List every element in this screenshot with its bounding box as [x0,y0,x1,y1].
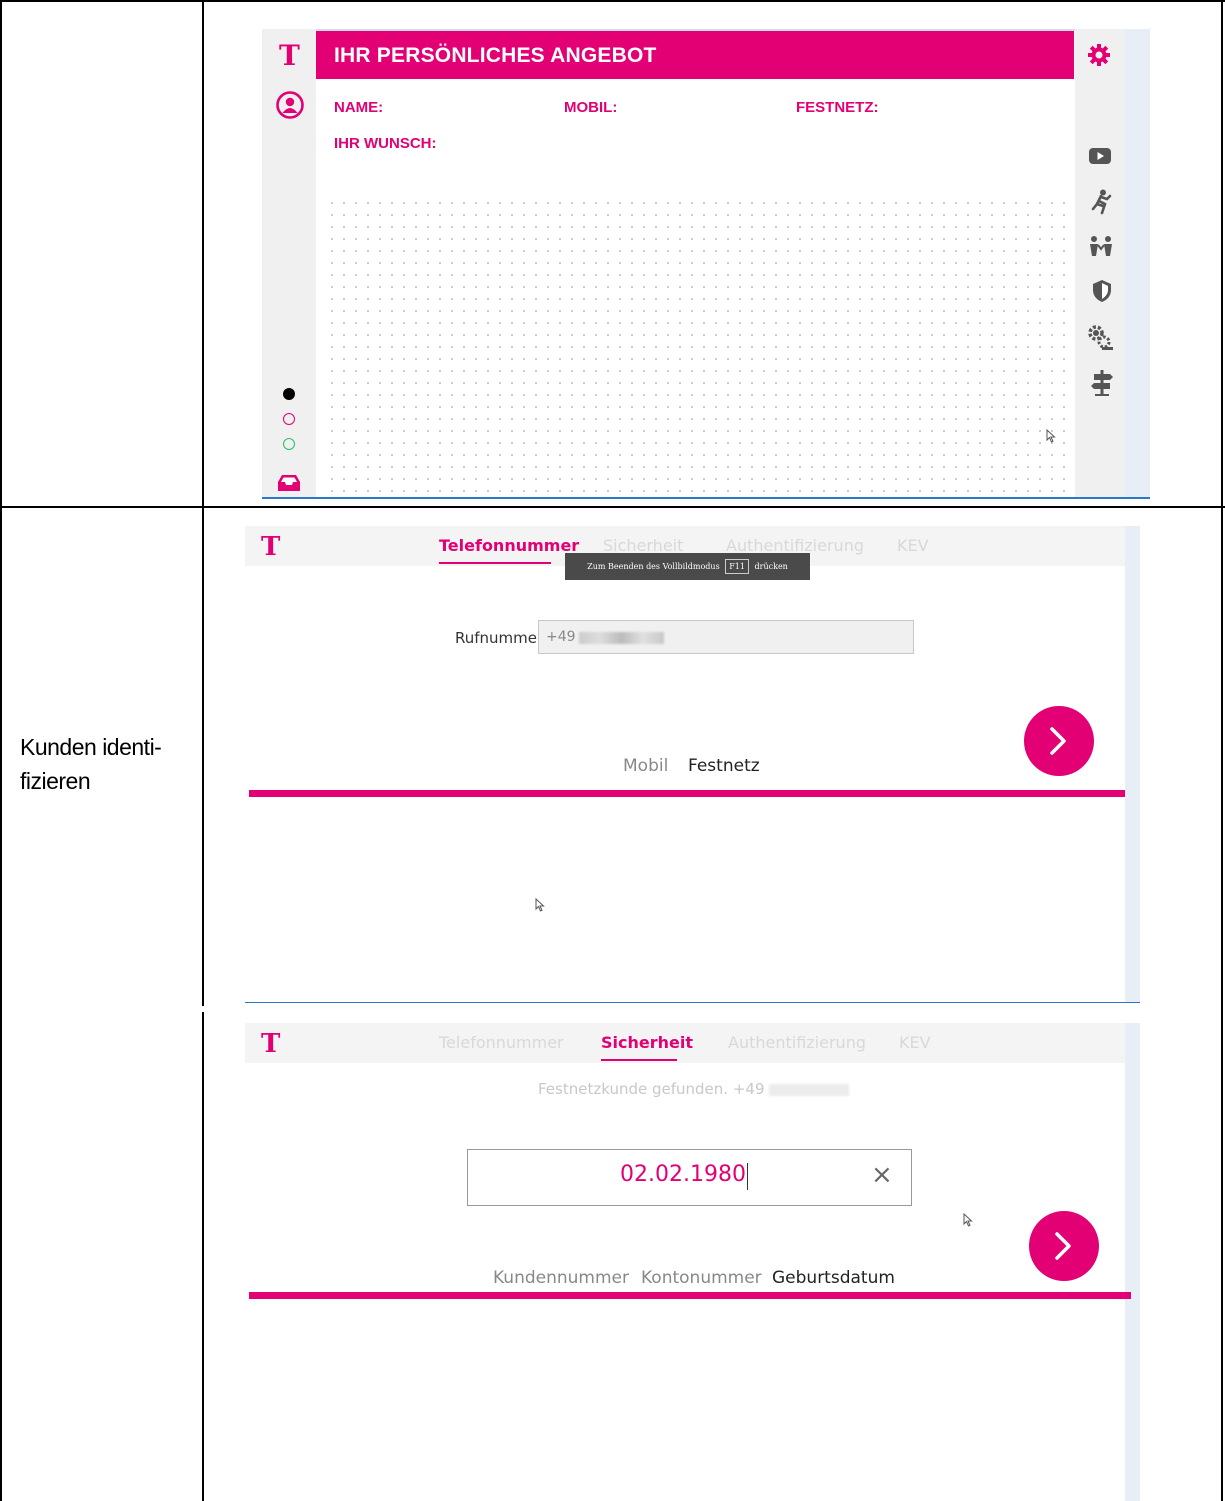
rufnummer-input[interactable]: +49 [538,620,914,654]
offer-header: IHR PERSÖNLICHES ANGEBOT [316,31,1074,79]
active-tab-underline [439,562,551,564]
side-frame [1125,526,1140,1003]
offer-title: IHR PERSÖNLICHES ANGEBOT [334,44,657,67]
telekom-logo[interactable]: T [261,532,280,562]
table-left-border [0,0,2,1501]
telekom-logo[interactable]: T [261,1029,280,1059]
status-dot-pink[interactable] [283,413,295,425]
video-icon[interactable] [1088,147,1112,170]
festnetz-label: FESTNETZ: [796,99,879,116]
option-geburtsdatum[interactable]: Geburtsdatum [772,1268,895,1288]
mobil-label: MOBIL: [564,99,618,116]
inbox-icon[interactable] [276,473,302,498]
birthdate-value: 02.02.1980 [620,1162,746,1187]
offer-screen: T IHR PERSÖNLICHES ANGEBOT NAME: MOBIL: … [262,29,1150,499]
redacted-number [769,1083,850,1096]
text-caret [747,1163,748,1190]
option-kundennummer[interactable]: Kundennummer [493,1268,629,1288]
fullscreen-hint: Zum Beenden des Vollbildmodus F11 drücke… [565,553,810,580]
mouse-cursor [963,1212,973,1232]
option-kontonummer[interactable]: Kontonummer [641,1268,762,1288]
name-label: NAME: [334,99,384,116]
side-frame [1125,1023,1140,1501]
tab-kev[interactable]: KEV [897,536,929,555]
table-row-divider [0,506,1225,508]
table-top-border [0,0,1225,2]
mouse-cursor [1046,428,1056,448]
customer-found-message: Festnetzkunde gefunden. +49 [538,1080,850,1098]
found-prefix: +49 [732,1080,765,1098]
gear-icon[interactable] [1087,43,1111,67]
right-strip [1125,29,1150,499]
tab-authentifizierung[interactable]: Authentifizierung [728,1033,866,1052]
shield-icon[interactable] [1092,279,1112,308]
security-screen: T Telefonnummer Sicherheit Authentifizie… [245,1023,1140,1501]
status-dot-black[interactable] [283,388,295,400]
tab-sicherheit[interactable]: Sicherheit [601,1033,693,1052]
table-right-border [1221,0,1223,1501]
signpost-icon[interactable] [1090,369,1114,402]
mouse-cursor [535,897,545,917]
notes-canvas[interactable] [326,197,1072,497]
row-label: Kunden identi- fizieren [20,730,162,798]
rufnummer-label: Rufnummer [455,629,544,647]
family-icon[interactable] [1088,235,1114,262]
separator-bar [249,790,1125,797]
fullscreen-hint-key: F11 [725,559,749,574]
option-mobil[interactable]: Mobil [623,756,668,776]
tab-kev[interactable]: KEV [899,1033,931,1052]
redacted-number [579,632,664,644]
wunsch-label: IHR WUNSCH: [334,135,437,152]
phone-screen: T Telefonnummer Sicherheit Authentifizie… [245,526,1140,1003]
table-column-divider-bottom [202,1012,204,1501]
running-icon[interactable] [1090,189,1112,220]
active-tab-underline [601,1059,677,1061]
found-text: Festnetzkunde gefunden. [538,1080,729,1098]
fullscreen-hint-before: Zum Beenden des Vollbildmodus [587,562,720,571]
tab-telefonnummer[interactable]: Telefonnummer [439,536,579,555]
table-column-divider-top [202,0,204,1006]
row-label-text: Kunden identi- fizieren [20,734,162,794]
option-festnetz[interactable]: Festnetz [688,756,760,776]
user-icon[interactable] [276,91,304,119]
fullscreen-hint-after: drücken [754,562,788,571]
rufnummer-value: +49 [546,629,576,645]
status-dot-green[interactable] [283,438,295,450]
gears-icon[interactable] [1088,325,1114,356]
tab-telefonnummer[interactable]: Telefonnummer [439,1033,564,1052]
separator-bar [249,1292,1131,1299]
bottom-border [245,1002,1140,1003]
next-button[interactable] [1024,706,1094,776]
birthdate-input[interactable]: 02.02.1980 × [467,1149,912,1206]
telekom-logo[interactable]: T [279,39,300,72]
next-button[interactable] [1029,1211,1099,1281]
clear-icon[interactable]: × [871,1160,893,1190]
bottom-border [262,497,1150,499]
